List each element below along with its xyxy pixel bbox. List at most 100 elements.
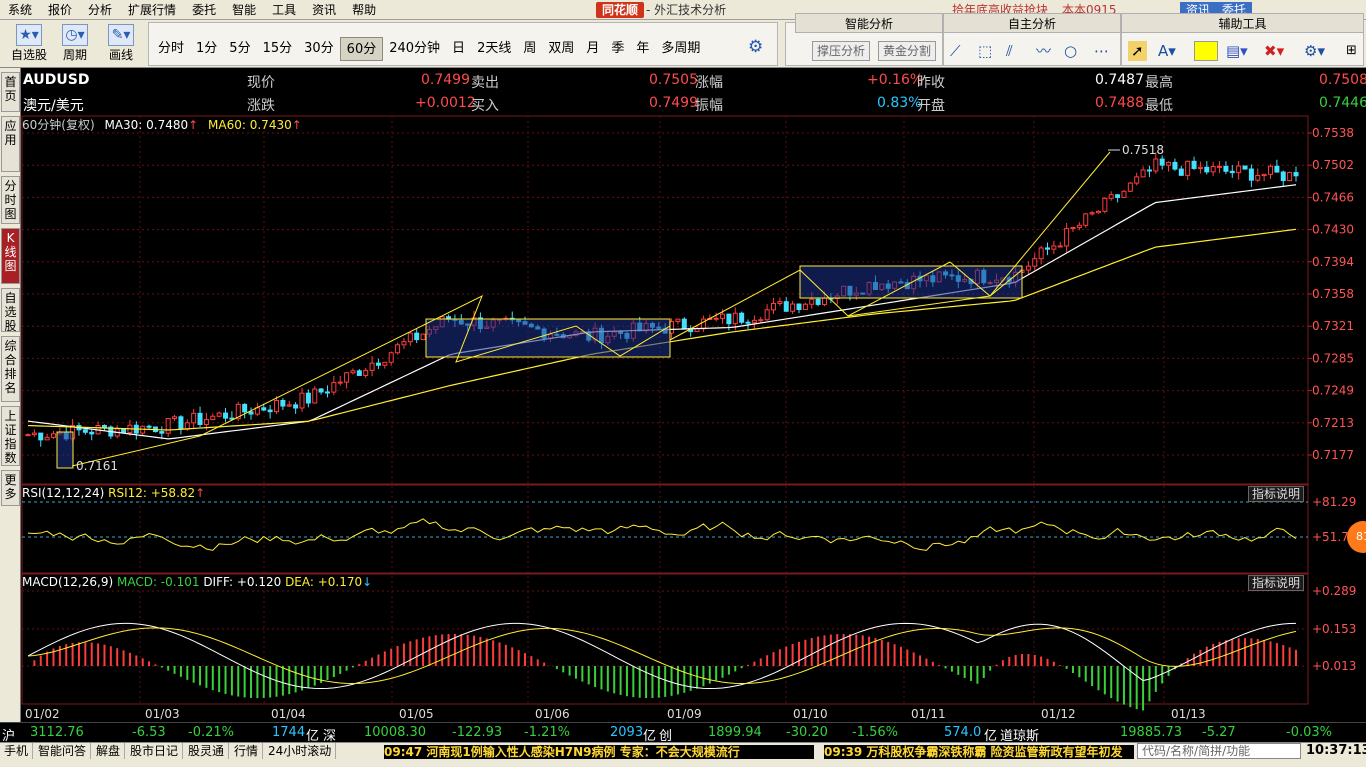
price-axis-label: 0.7213 [1312,416,1354,430]
candle-body [318,388,324,393]
rsi-up-icon: ↑ [195,486,206,500]
macd-axis-label: +0.289 [1312,584,1356,598]
candle-body [261,407,267,411]
price-axis-label: 0.7249 [1312,384,1354,398]
candle-body [363,369,369,376]
candle-body [1095,210,1101,214]
news-ticker-2[interactable]: 09:39 万科股权争霸深铁称霸 险资监管新政有望年初发 [824,745,1134,759]
rsi-line [27,518,1297,551]
candle-body [1166,161,1172,166]
candle-body [50,433,56,438]
status-button-4[interactable]: 股灵通 [184,743,230,759]
macd-info: MACD(12,26,9) MACD: -0.101 DIFF: +0.120 … [22,575,372,589]
candle-body [1217,165,1223,168]
dj-value: 19885.73 [1120,725,1183,740]
clock: 10:37:13 [1306,743,1366,758]
dea-down-icon: ↓ [362,575,373,589]
price-axis-label: 0.7430 [1312,223,1354,237]
candle-body [1185,160,1191,176]
candle-body [178,416,184,430]
candle-body [771,302,777,311]
candle-body [1172,161,1178,170]
candle-body [802,303,808,311]
candle-body [1146,169,1152,172]
candle-body [1127,182,1133,192]
candle-body [809,298,815,305]
status-button-2[interactable]: 解盘 [92,743,126,759]
candle-body [1223,165,1229,172]
macd-help-button[interactable]: 指标说明 [1248,575,1304,591]
candle-body [274,400,280,413]
rsi-value: RSI12: +58.82 [108,486,196,500]
date-axis: 01/02 01/03 01/04 01/05 01/06 01/09 01/10 01/11… [21,705,1366,722]
chart-info: 60分钟(复权) MA30: 0.7480↑ MA60: 0.7430↑ [22,116,302,133]
candle-body [1044,247,1050,250]
candle-body [783,301,789,312]
candle-body [324,391,330,394]
price-axis-label: 0.7285 [1312,351,1354,365]
candle-body [1115,194,1121,198]
candle-body [751,319,757,324]
rsi-info: RSI(12,12,24) RSI12: +58.82↑ [22,486,205,500]
candle-body [790,303,796,312]
candle-body [1229,170,1235,174]
candle-body [44,436,50,441]
candle-body [420,333,426,341]
status-button-1[interactable]: 智能问答 [34,743,92,759]
high-annotation: 0.7518 [1122,143,1164,157]
candle-body [1242,165,1248,170]
candle-body [1268,165,1274,175]
rsi-axis-label: +81.29 [1312,495,1356,509]
price-axis-label: 0.7466 [1312,190,1354,204]
date-label: 01/05 [399,707,434,721]
status-button-0[interactable]: 手机 [0,743,34,759]
price-axis-label: 0.7394 [1312,255,1354,269]
price-axis-label: 0.7538 [1312,126,1354,140]
candle-body [1210,166,1216,173]
chart-period-label: 60分钟(复权) [22,118,95,132]
candle-body [1025,265,1031,271]
candle-body [356,370,362,376]
date-label: 01/06 [535,707,570,721]
status-button-5[interactable]: 行情 [230,743,264,759]
ma30-line [27,184,1297,440]
candle-body [388,352,394,363]
candle-body [25,434,31,437]
candle-body [382,361,388,366]
status-button-3[interactable]: 股市日记 [126,743,184,759]
date-label: 01/04 [271,707,306,721]
candle-body [1057,245,1063,248]
search-input[interactable]: 代码/名称/简拼/功能 [1137,743,1301,759]
candle-body [700,318,706,330]
rsi-pane-frame [21,484,1309,574]
candle-body [395,344,401,354]
date-label: 01/11 [911,707,946,721]
candle-body [1293,172,1299,177]
candle-body [293,404,299,409]
candle-body [1191,160,1197,169]
macd-value: MACD: -0.101 [116,575,200,589]
candle-body [758,319,764,322]
candle-body [305,392,311,404]
date-label: 01/13 [1171,707,1206,721]
ma30-up-icon: ↑ [188,118,199,132]
cy-volume: 574.0 [944,725,982,740]
cy-value: 1899.94 [708,725,762,740]
price-axis-label: 0.7358 [1312,287,1354,301]
news-ticker-1[interactable]: 09:47 河南现1例输入性人感染H7N9病例 专家：不会大规模流行 [384,745,814,759]
index-bar: 沪 3112.76 -6.53 -0.21% 1744 亿 深 10008.30 … [0,722,1366,744]
rsi-help-button[interactable]: 指标说明 [1248,486,1304,502]
candle-body [375,362,381,366]
candle-body [1255,174,1261,181]
range-box [56,431,74,469]
date-label: 01/10 [793,707,828,721]
candle-body [1287,172,1293,182]
candle-body [713,317,719,320]
status-bar: 手机 智能问答 解盘 股市日记 股灵通 行情 24小时滚动 09:47 河南现1例输入性人感… [0,742,1366,767]
candle-body [331,382,337,393]
candle-body [1134,176,1140,184]
status-button-6[interactable]: 24小时滚动 [264,743,337,759]
candle-body [191,412,197,424]
candle-body [745,321,751,324]
sh-change: -6.53 [132,725,166,740]
